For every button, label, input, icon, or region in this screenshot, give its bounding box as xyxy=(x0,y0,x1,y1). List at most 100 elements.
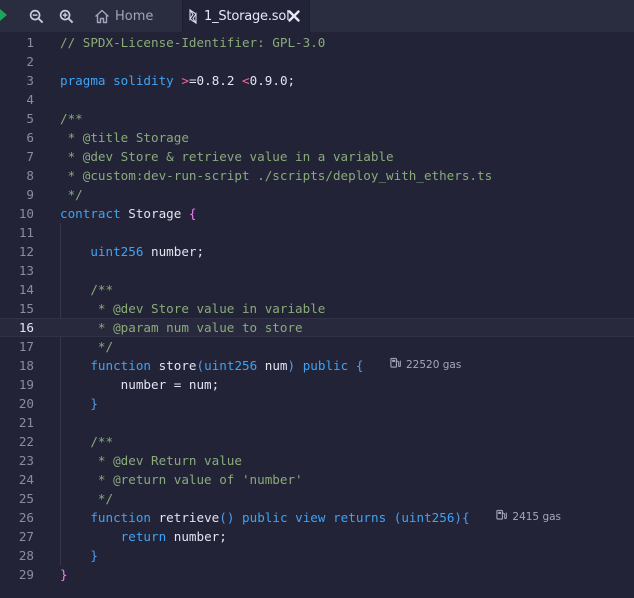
line-number: 25 xyxy=(18,491,34,506)
remix-editor-app: Home 1_Storage.sol 1// SPDX-License-Iden… xyxy=(0,0,634,598)
line-code: function retrieve() public view returns … xyxy=(90,510,470,525)
code-line[interactable]: 6 * @title Storage xyxy=(0,128,634,147)
solidity-file-icon xyxy=(187,8,199,24)
code-line[interactable]: 22 /** xyxy=(0,432,634,451)
line-number: 24 xyxy=(18,472,34,487)
line-code: * @param num value to store xyxy=(60,320,303,335)
code-line[interactable]: 14 /** xyxy=(0,280,634,299)
line-code: contract Storage { xyxy=(60,206,197,221)
line-code: * @custom:dev-run-script ./scripts/deplo… xyxy=(60,168,493,183)
line-number: 14 xyxy=(18,282,34,297)
line-code: * @dev Store value in variable xyxy=(60,301,326,316)
line-number: 3 xyxy=(26,73,34,88)
line-code: */ xyxy=(60,491,114,506)
code-line[interactable]: 1 // SPDX-License-Identifier: GPL-3.0 xyxy=(0,33,634,52)
tab-home-label: Home xyxy=(115,8,154,24)
zoom-out-icon[interactable] xyxy=(26,6,46,26)
gas-estimate: 22520 gas xyxy=(390,356,461,375)
line-number: 6 xyxy=(26,130,34,145)
line-number: 18 xyxy=(18,358,34,373)
code-line[interactable]: 9 */ xyxy=(0,185,634,204)
code-line[interactable]: 26 function retrieve() public view retur… xyxy=(0,508,634,527)
code-line[interactable]: 10 contract Storage { xyxy=(0,204,634,223)
line-code: * @title Storage xyxy=(60,130,189,145)
line-number: 5 xyxy=(26,111,34,126)
line-number: 12 xyxy=(18,244,34,259)
line-number: 26 xyxy=(18,510,34,525)
line-number: 8 xyxy=(26,168,34,183)
line-number: 2 xyxy=(26,54,34,69)
code-line[interactable]: 28 } xyxy=(0,546,634,565)
line-number: 23 xyxy=(18,453,34,468)
line-code: * @dev Store & retrieve value in a varia… xyxy=(60,149,394,164)
code-line[interactable]: 15 * @dev Store value in variable xyxy=(0,299,634,318)
line-number: 7 xyxy=(26,149,34,164)
line-code: } xyxy=(90,548,98,563)
code-line[interactable]: 4 xyxy=(0,90,634,109)
home-icon xyxy=(94,9,110,24)
line-number: 17 xyxy=(18,339,34,354)
code-line[interactable]: 7 * @dev Store & retrieve value in a var… xyxy=(0,147,634,166)
line-number: 20 xyxy=(18,396,34,411)
gas-estimate-label: 2415 gas xyxy=(512,511,562,523)
line-code: number = num; xyxy=(60,377,220,392)
line-code: } xyxy=(90,396,98,411)
line-number: 1 xyxy=(26,35,34,50)
tab-home[interactable]: Home xyxy=(88,0,182,32)
code-line[interactable]: 20 } xyxy=(0,394,634,413)
line-code: * @return value of 'number' xyxy=(60,472,303,487)
line-number: 15 xyxy=(18,301,34,316)
line-code: /** xyxy=(60,434,114,449)
line-code: uint256 number; xyxy=(90,244,205,259)
line-code: function store(uint256 num) public { xyxy=(90,358,364,373)
code-line[interactable]: 24 * @return value of 'number' xyxy=(0,470,634,489)
line-number: 10 xyxy=(18,206,34,221)
code-line[interactable]: 5 /** xyxy=(0,109,634,128)
tab-storage-sol[interactable]: 1_Storage.sol xyxy=(182,0,310,32)
line-code: } xyxy=(60,567,68,582)
line-number: 29 xyxy=(18,567,34,582)
code-line[interactable]: 27 return number; xyxy=(0,527,634,546)
line-code: return number; xyxy=(120,529,227,544)
line-number: 19 xyxy=(18,377,34,392)
code-line[interactable]: 29} xyxy=(0,565,634,584)
line-code: /** xyxy=(60,111,83,126)
code-line[interactable]: 18 function store(uint256 num) public { 2… xyxy=(0,356,634,375)
code-line[interactable]: 3 pragma solidity >=0.8.2 <0.9.0; xyxy=(0,71,634,90)
line-number: 22 xyxy=(18,434,34,449)
code-line[interactable]: 2 xyxy=(0,52,634,71)
gas-pump-icon xyxy=(496,508,508,527)
code-line[interactable]: 19 number = num; xyxy=(0,375,634,394)
line-number: 16 xyxy=(18,320,34,335)
line-code: /** xyxy=(60,282,114,297)
code-line[interactable]: 13 xyxy=(0,261,634,280)
line-number: 28 xyxy=(18,548,34,563)
tab-file-label: 1_Storage.sol xyxy=(204,8,290,24)
close-icon[interactable] xyxy=(287,9,301,23)
line-number: 9 xyxy=(26,187,34,202)
line-code: // SPDX-License-Identifier: GPL-3.0 xyxy=(60,35,326,50)
line-number: 4 xyxy=(26,92,34,107)
line-number: 21 xyxy=(18,415,34,430)
code-line[interactable]: 16 * @param num value to store xyxy=(0,318,634,337)
zoom-in-icon[interactable] xyxy=(56,6,76,26)
code-line[interactable]: 21 xyxy=(0,413,634,432)
run-script-icon[interactable] xyxy=(0,9,7,21)
gas-estimate-label: 22520 gas xyxy=(406,359,462,371)
code-line[interactable]: 25 */ xyxy=(0,489,634,508)
line-code: * @dev Return value xyxy=(60,453,242,468)
code-line[interactable]: 11 xyxy=(0,223,634,242)
line-code: */ xyxy=(60,339,114,354)
code-line[interactable]: 8 * @custom:dev-run-script ./scripts/dep… xyxy=(0,166,634,185)
code-line[interactable]: 17 */ xyxy=(0,337,634,356)
line-code: pragma solidity >=0.8.2 <0.9.0; xyxy=(60,73,296,88)
line-number: 27 xyxy=(18,529,34,544)
line-number: 11 xyxy=(18,225,34,240)
gas-estimate: 2415 gas xyxy=(496,508,561,527)
line-code: */ xyxy=(60,187,83,202)
editor-tab-bar: Home 1_Storage.sol xyxy=(0,0,634,33)
gas-pump-icon xyxy=(390,356,401,375)
code-line[interactable]: 23 * @dev Return value xyxy=(0,451,634,470)
code-line[interactable]: 12 uint256 number; xyxy=(0,242,634,261)
code-editor[interactable]: 1// SPDX-License-Identifier: GPL-3.0 2 3 pr… xyxy=(0,32,634,598)
